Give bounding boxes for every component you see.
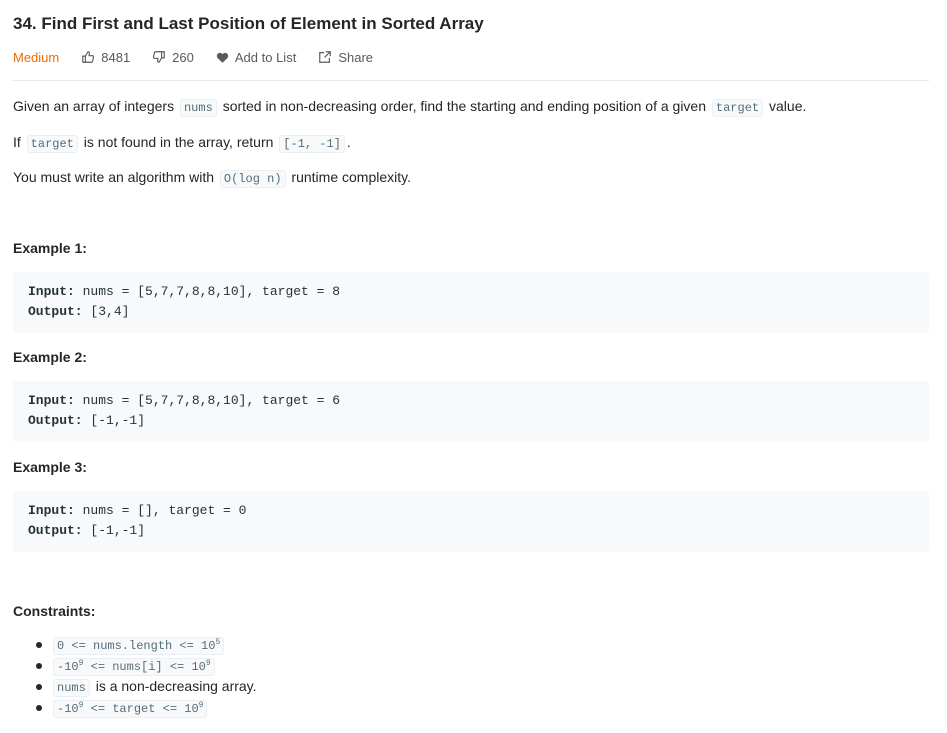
superscript: 5: [215, 638, 221, 647]
text: sorted in non-decreasing order, find the…: [222, 98, 707, 114]
example-2-input: Input: nums = [5,7,7,8,8,10], target = 6: [28, 392, 340, 410]
text: value.: [769, 98, 807, 114]
constraint-code: nums: [53, 679, 90, 697]
example-1-block: Input: nums = [5,7,7,8,8,10], target = 8…: [13, 272, 929, 333]
text: <= nums[i] <= 10: [83, 660, 206, 674]
output-value: [-1,-1]: [90, 413, 146, 428]
text: runtime complexity.: [291, 169, 411, 185]
constraint-item: -109 <= target <= 109: [13, 697, 257, 718]
text: .: [346, 134, 351, 150]
output-label: Output:: [28, 523, 83, 538]
text: is a non-decreasing array.: [95, 678, 257, 694]
constraint-code: -109 <= nums[i] <= 109: [53, 658, 215, 676]
text: -10: [57, 660, 79, 674]
example-1-input: Input: nums = [5,7,7,8,8,10], target = 8: [28, 283, 340, 301]
heart-icon: [216, 52, 228, 63]
description-paragraph-2: If target is not found in the array, ret…: [13, 132, 351, 154]
input-value: nums = [5,7,7,8,8,10], target = 6: [82, 393, 341, 408]
dislike-count: 260: [172, 49, 194, 65]
like-count: 8481: [101, 49, 131, 65]
input-label: Input:: [28, 503, 75, 518]
constraint-item: -109 <= nums[i] <= 109: [13, 655, 257, 676]
text: is not found in the array, return: [83, 134, 274, 150]
header-divider: [13, 80, 929, 81]
input-value: nums = [], target = 0: [82, 503, 247, 518]
example-3-output: Output: [-1,-1]: [28, 522, 145, 540]
input-label: Input:: [28, 284, 75, 299]
superscript: 9: [205, 659, 211, 668]
inline-code-nums: nums: [179, 99, 217, 117]
like-button[interactable]: 8481: [81, 50, 130, 65]
constraints-list: 0 <= nums.length <= 105 -10 9 <= nums[i] …: [13, 634, 257, 718]
output-label: Output:: [28, 304, 83, 319]
example-3-heading: Example 3:: [13, 459, 87, 475]
example-3-input: Input: nums = [], target = 0: [28, 502, 246, 520]
text: Given an array of integers: [13, 98, 175, 114]
share-label: Share: [338, 49, 374, 65]
example-1-output: Output: [3,4]: [28, 303, 129, 321]
dislike-button[interactable]: 260: [152, 50, 194, 65]
constraints-heading: Constraints:: [13, 603, 96, 619]
text: You must write an algorithm with: [13, 169, 215, 185]
description-paragraph-3: You must write an algorithm with O(log n…: [13, 167, 411, 189]
text: -10: [57, 702, 79, 716]
text: If: [13, 134, 21, 150]
thumbs-up-icon: [82, 51, 95, 63]
output-label: Output:: [28, 413, 83, 428]
inline-code-complexity: O(log n): [219, 170, 286, 188]
constraint-item: nums is a non-decreasing array.: [13, 676, 257, 697]
inline-code-result: [-1, -1]: [279, 135, 345, 153]
text: <= target <= 10: [83, 702, 199, 716]
input-label: Input:: [28, 393, 75, 408]
add-to-list-label: Add to List: [234, 49, 297, 65]
share-button[interactable]: Share: [318, 50, 373, 65]
share-icon: [319, 51, 332, 63]
constraint-code: -109 <= target <= 109: [53, 700, 208, 718]
problem-title: 34. Find First and Last Position of Elem…: [13, 14, 484, 33]
inline-code-target: target: [711, 99, 764, 117]
example-3-block: Input: nums = [], target = 0 Output: [-1…: [13, 491, 929, 552]
text: 0 <= nums.length <= 10: [57, 639, 216, 653]
description-paragraph-1: Given an array of integers nums sorted i…: [13, 96, 806, 118]
superscript: 9: [198, 701, 204, 710]
example-2-block: Input: nums = [5,7,7,8,8,10], target = 6…: [13, 381, 929, 442]
input-value: nums = [5,7,7,8,8,10], target = 8: [82, 284, 341, 299]
constraint-item: 0 <= nums.length <= 105: [13, 634, 257, 655]
thumbs-down-icon: [153, 51, 165, 63]
example-2-output: Output: [-1,-1]: [28, 412, 145, 430]
output-value: [-1,-1]: [90, 523, 146, 538]
difficulty-label: Medium: [13, 49, 60, 65]
add-to-list-button[interactable]: Add to List: [216, 50, 296, 65]
output-value: [3,4]: [90, 304, 130, 319]
constraint-code: 0 <= nums.length <= 105: [53, 637, 225, 655]
example-2-heading: Example 2:: [13, 349, 87, 365]
example-1-heading: Example 1:: [13, 240, 87, 256]
problem-meta-bar: Medium 8481 260 Add to List Share: [13, 48, 395, 66]
inline-code-target: target: [26, 135, 78, 153]
